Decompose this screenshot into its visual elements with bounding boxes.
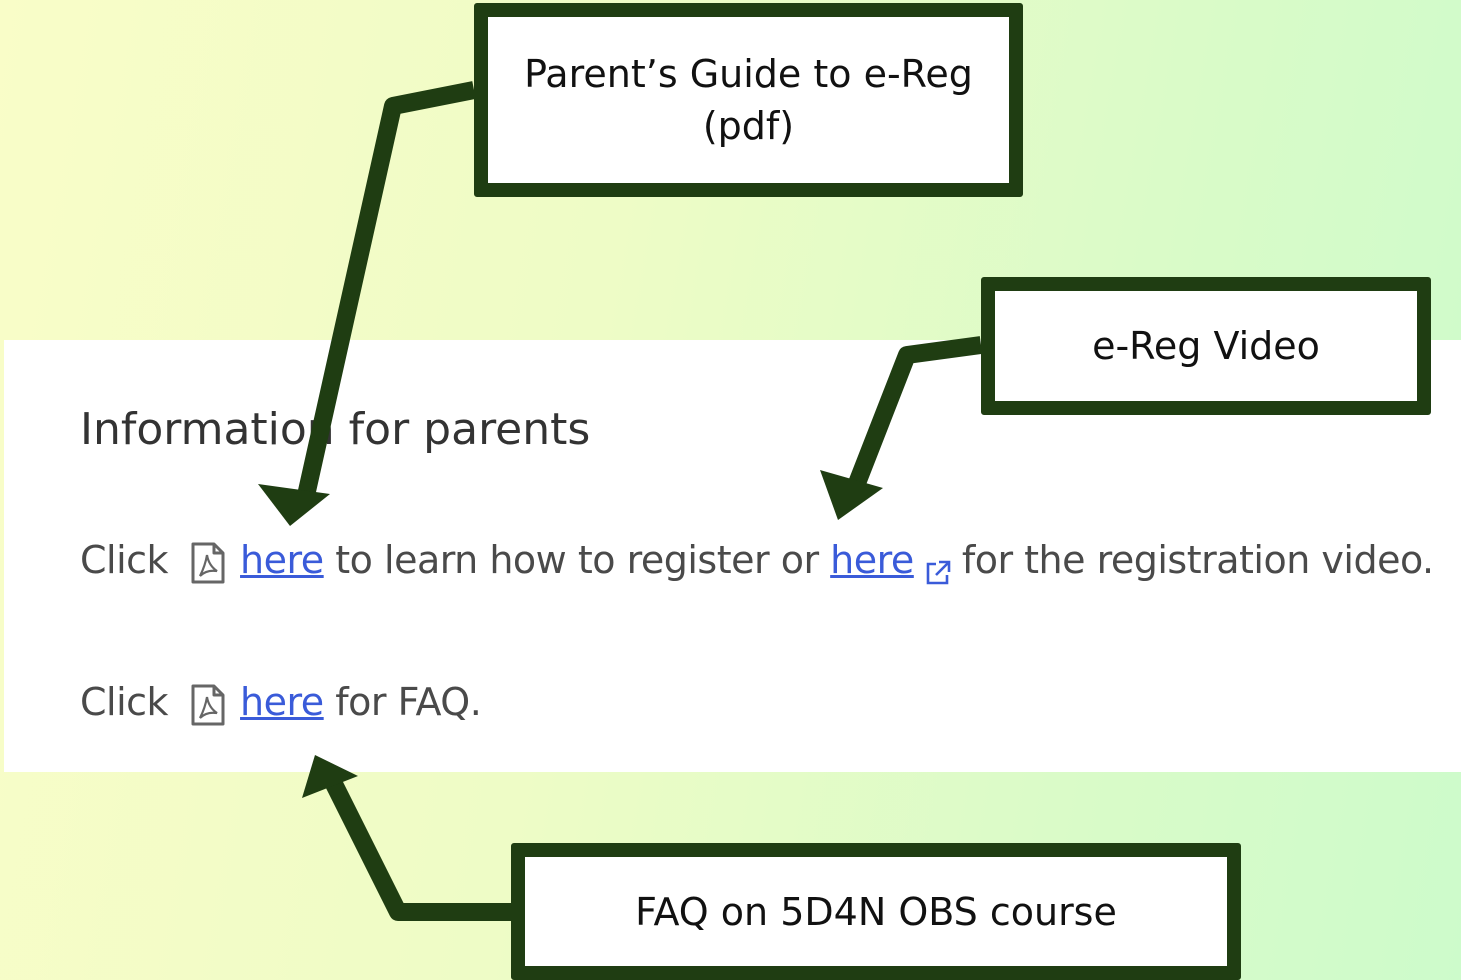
faq-callout: FAQ on 5D4N OBS course bbox=[511, 843, 1241, 980]
ereg-video-callout: e-Reg Video bbox=[981, 277, 1431, 415]
arrow-icon bbox=[258, 484, 330, 526]
arrow-icon bbox=[323, 775, 511, 921]
parents-guide-callout: Parent’s Guide to e-Reg (pdf) bbox=[474, 3, 1023, 197]
arrow-icon bbox=[843, 336, 983, 500]
arrow-icon bbox=[296, 81, 476, 502]
